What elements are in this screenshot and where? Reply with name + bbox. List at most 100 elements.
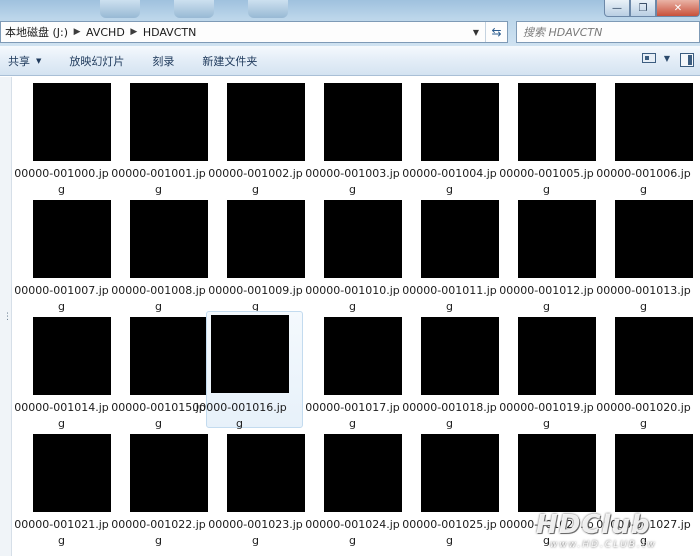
file-thumbnail: [324, 83, 402, 161]
minimize-button[interactable]: —: [604, 0, 630, 17]
file-item[interactable]: 00000-001021.jpg: [12, 428, 111, 547]
file-name: 00000-001025.jpg: [402, 518, 497, 547]
file-thumbnail: [615, 317, 693, 395]
file-list-view[interactable]: 00000-001000.jpg 00000-001001.jpg 00000-00…: [12, 77, 700, 556]
file-thumbnail: [615, 200, 693, 278]
new-folder-button[interactable]: 新建文件夹: [194, 50, 265, 72]
file-thumbnail: [33, 83, 111, 161]
file-item[interactable]: 00000-001026.jpg: [497, 428, 596, 547]
slideshow-button[interactable]: 放映幻灯片: [61, 50, 132, 72]
address-bar[interactable]: 本地磁盘 (J:) ▶ AVCHD ▶ HDAVCTN ▼ ⇆: [0, 21, 508, 43]
window-controls: — ❐ ✕: [604, 0, 700, 17]
file-name: 00000-001024.jpg: [305, 518, 400, 547]
file-name: 00000-001022.jpg: [111, 518, 206, 547]
file-item[interactable]: 00000-001014.jpg: [12, 311, 111, 430]
minimize-icon: —: [612, 2, 622, 14]
file-item[interactable]: 00000-001004.jpg: [400, 77, 499, 196]
file-thumbnail: [518, 317, 596, 395]
file-item[interactable]: 00000-001027.jpg: [594, 428, 693, 547]
command-bar: 共享 ▼ 放映幻灯片 刻录 新建文件夹 ▼: [0, 46, 700, 76]
taskbar-thumbnail[interactable]: [174, 0, 214, 18]
file-thumbnail: [518, 83, 596, 161]
search-box[interactable]: [516, 21, 700, 43]
file-item[interactable]: 00000-001016.jpg: [192, 311, 303, 430]
burn-label: 刻录: [152, 54, 175, 68]
share-label: 共享: [8, 54, 30, 68]
file-name: 00000-001027.jpg: [596, 518, 691, 547]
file-thumbnail: [33, 434, 111, 512]
file-item[interactable]: 00000-001008.jpg: [109, 194, 208, 313]
file-name: 00000-001023.jpg: [208, 518, 303, 547]
change-view-button[interactable]: ▼: [641, 53, 670, 63]
share-button[interactable]: 共享 ▼: [0, 50, 49, 72]
refresh-icon: ⇆: [491, 25, 502, 39]
file-thumbnail: [211, 315, 289, 393]
search-input[interactable]: [523, 25, 673, 39]
breadcrumb-drive[interactable]: 本地磁盘 (J:): [1, 22, 72, 42]
file-item[interactable]: 00000-001025.jpg: [400, 428, 499, 547]
taskbar-thumbnails: [100, 0, 288, 18]
file-item[interactable]: 00000-001011.jpg: [400, 194, 499, 313]
file-item[interactable]: 00000-001000.jpg: [12, 77, 111, 196]
address-history-dropdown-icon[interactable]: ▼: [469, 22, 483, 42]
breadcrumb-hdavctn[interactable]: HDAVCTN: [139, 22, 201, 42]
file-name: 00000-001026.jpg: [499, 518, 594, 547]
slideshow-label: 放映幻灯片: [69, 54, 125, 68]
file-thumbnail: [227, 83, 305, 161]
file-thumbnail: [615, 434, 693, 512]
file-thumbnail: [130, 434, 208, 512]
file-item[interactable]: 00000-001019.jpg: [497, 311, 596, 430]
maximize-button[interactable]: ❐: [630, 0, 656, 17]
file-thumbnail: [130, 83, 208, 161]
file-item[interactable]: 00000-001023.jpg: [206, 428, 305, 547]
file-item[interactable]: 00000-001022.jpg: [109, 428, 208, 547]
file-item[interactable]: 00000-001009.jpg: [206, 194, 305, 313]
file-thumbnail: [130, 317, 208, 395]
file-item[interactable]: 00000-001017.jpg: [303, 311, 402, 430]
file-item[interactable]: 00000-001002.jpg: [206, 77, 305, 196]
close-icon: ✕: [673, 2, 683, 14]
file-item[interactable]: 00000-001018.jpg: [400, 311, 499, 430]
file-thumbnail: [518, 200, 596, 278]
view-icon: [641, 53, 656, 63]
file-item[interactable]: 00000-001001.jpg: [109, 77, 208, 196]
taskbar-thumbnail[interactable]: [100, 0, 140, 18]
preview-pane-icon[interactable]: [680, 53, 694, 67]
file-thumbnail: [421, 434, 499, 512]
chevron-down-icon: ▼: [36, 56, 42, 65]
file-item[interactable]: 00000-001003.jpg: [303, 77, 402, 196]
chevron-right-icon[interactable]: ▶: [129, 27, 139, 37]
file-item[interactable]: 00000-001024.jpg: [303, 428, 402, 547]
taskbar-thumbnail[interactable]: [248, 0, 288, 18]
close-button[interactable]: ✕: [656, 0, 700, 17]
file-thumbnail: [615, 83, 693, 161]
file-item[interactable]: 00000-001006.jpg: [594, 77, 693, 196]
navigation-pane-edge[interactable]: ⋮: [0, 77, 12, 556]
file-thumbnail: [130, 200, 208, 278]
file-thumbnail: [324, 200, 402, 278]
file-thumbnail: [324, 317, 402, 395]
file-thumbnail: [518, 434, 596, 512]
file-item[interactable]: 00000-001020.jpg: [594, 311, 693, 430]
file-item[interactable]: 00000-001012.jpg: [497, 194, 596, 313]
chevron-down-icon: ▼: [663, 53, 670, 63]
file-item[interactable]: 00000-001005.jpg: [497, 77, 596, 196]
burn-button[interactable]: 刻录: [144, 50, 182, 72]
breadcrumb-avchd[interactable]: AVCHD: [82, 22, 129, 42]
file-item[interactable]: 00000-001007.jpg: [12, 194, 111, 313]
file-thumbnail: [421, 200, 499, 278]
file-item[interactable]: 00000-001010.jpg: [303, 194, 402, 313]
refresh-button[interactable]: ⇆: [485, 22, 507, 42]
file-thumbnail: [227, 434, 305, 512]
maximize-icon: ❐: [638, 2, 648, 14]
file-thumbnail: [227, 200, 305, 278]
file-thumbnail: [324, 434, 402, 512]
file-name: 00000-001021.jpg: [14, 518, 109, 547]
chevron-right-icon[interactable]: ▶: [72, 27, 82, 37]
splitter-grip-icon[interactable]: ⋮: [3, 312, 12, 322]
file-thumbnail: [33, 317, 111, 395]
file-thumbnail: [421, 317, 499, 395]
thumbnail-grid: 00000-001000.jpg 00000-001001.jpg 00000-00…: [12, 77, 693, 547]
new-folder-label: 新建文件夹: [202, 54, 258, 68]
file-item[interactable]: 00000-001013.jpg: [594, 194, 693, 313]
